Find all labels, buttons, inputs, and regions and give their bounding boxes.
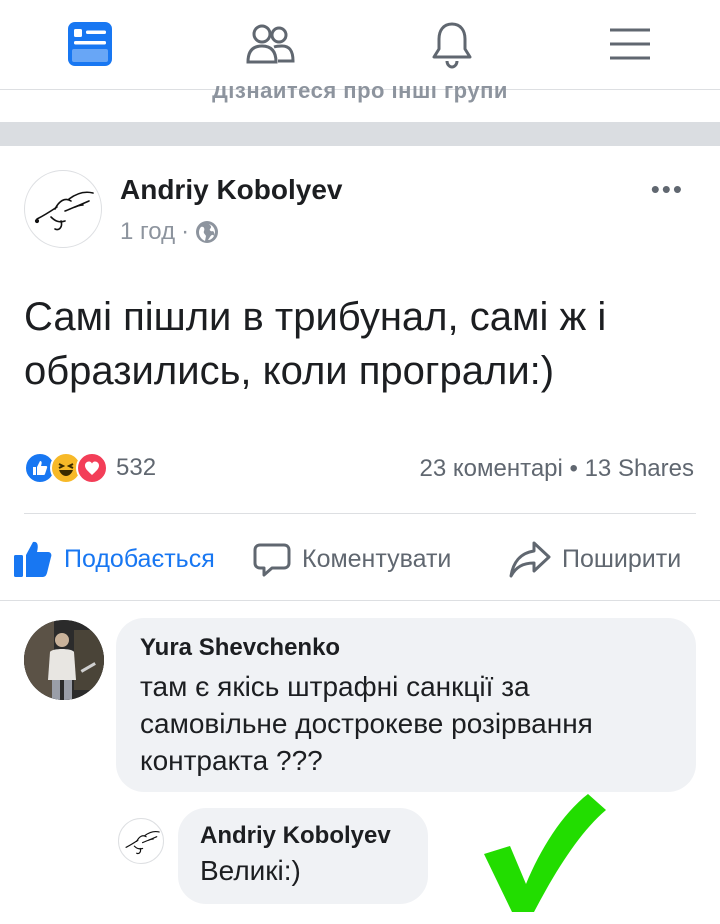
news-feed-tab[interactable] — [58, 12, 122, 76]
author-avatar[interactable] — [24, 170, 102, 248]
feed-separator — [0, 122, 720, 146]
bird-drawing-icon — [34, 191, 94, 231]
comment-bubble[interactable]: Yura Shevchenko там є якісь штрафні санк… — [116, 618, 696, 792]
comment-text: там є якісь штрафні санкції за самовільн… — [140, 671, 593, 776]
comment-bubble-icon — [253, 543, 291, 577]
news-feed-icon — [68, 22, 112, 66]
partial-banner-text: Дізнайтеся про інші групи — [212, 86, 508, 103]
top-navigation — [0, 0, 720, 90]
reply-text: Великі:) — [200, 855, 301, 886]
notifications-tab[interactable] — [420, 12, 484, 76]
bird-drawing-icon — [125, 830, 160, 855]
post-time[interactable]: 1 год — [120, 218, 175, 246]
reply-bubble[interactable]: Andriy Kobolyev Великі:) — [178, 808, 428, 904]
partial-group-banner[interactable]: Дізнайтеся про інші групи — [0, 86, 720, 104]
post-stats[interactable]: 23 коментарі • 13 Shares — [420, 455, 694, 483]
person-photo-icon — [24, 620, 104, 700]
hamburger-menu-icon — [610, 28, 650, 60]
green-check-mark-icon — [484, 794, 606, 912]
thumbs-up-icon — [14, 541, 52, 577]
like-button[interactable]: Подобається — [12, 530, 215, 588]
share-button[interactable]: Поширити — [508, 530, 681, 588]
reaction-count: 532 — [116, 454, 157, 481]
friends-icon — [246, 24, 295, 64]
post-author-name[interactable]: Andriy Kobolyev — [120, 174, 342, 206]
reactions-summary[interactable]: 532 — [24, 452, 156, 484]
share-label: Поширити — [562, 544, 682, 573]
comment-button[interactable]: Коментувати — [252, 530, 451, 588]
friends-tab[interactable] — [238, 12, 302, 76]
globe-icon — [196, 221, 219, 243]
menu-tab[interactable] — [598, 12, 662, 76]
bell-icon — [432, 22, 472, 69]
reply-author[interactable]: Andriy Kobolyev — [200, 822, 406, 850]
post-header: Andriy Kobolyev 1 год · ••• — [0, 146, 720, 256]
post-text: Самі пішли в трибунал, самі ж і образили… — [24, 295, 607, 393]
post-options-button[interactable]: ••• — [651, 174, 684, 205]
share-arrow-icon — [509, 541, 551, 578]
actions-divider — [24, 513, 696, 514]
comment-author[interactable]: Yura Shevchenko — [140, 634, 672, 662]
meta-separator: · — [181, 218, 190, 245]
love-reaction-icon — [76, 452, 108, 484]
reply-author-avatar[interactable] — [118, 818, 164, 864]
post-action-bar: Подобається Коментувати Поширити — [0, 530, 720, 588]
comment-label: Коментувати — [302, 544, 452, 573]
post-meta: 1 год · — [120, 218, 219, 246]
comments-divider — [0, 600, 720, 601]
like-label: Подобається — [64, 544, 215, 573]
commenter-avatar[interactable] — [24, 620, 104, 700]
